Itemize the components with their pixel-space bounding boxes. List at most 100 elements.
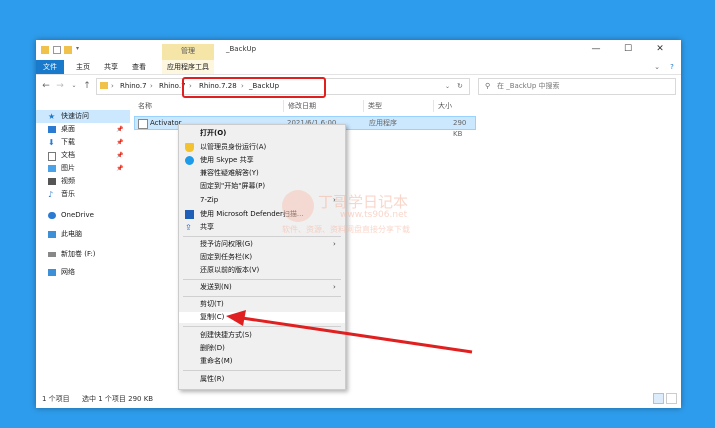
- menu-item-compatibility[interactable]: 兼容性疑难解答(Y): [179, 168, 345, 179]
- breadcrumb-separator-icon: ›: [150, 82, 153, 90]
- nav-item-quick-access[interactable]: ★ 快速访问: [36, 110, 130, 123]
- nav-item-label: 网络: [61, 268, 75, 276]
- navigation-pane: ★ 快速访问 桌面 📌 ⬇ 下载 📌 文档 📌 图片 📌 视频 ♪ 音乐 One…: [36, 98, 132, 388]
- recent-dropdown-icon[interactable]: ⌄: [68, 79, 80, 93]
- pin-icon: 📌: [116, 165, 124, 172]
- up-button[interactable]: ↑: [81, 79, 93, 93]
- nav-item-desktop[interactable]: 桌面 📌: [36, 123, 130, 136]
- folder-icon: [41, 46, 49, 54]
- column-header-size[interactable]: 大小: [434, 100, 476, 112]
- nav-item-downloads[interactable]: ⬇ 下载 📌: [36, 136, 130, 149]
- nav-item-label: 视频: [61, 177, 75, 185]
- menu-separator: [183, 370, 341, 371]
- menu-item-pin-to-taskbar[interactable]: 固定到任务栏(K): [179, 252, 345, 263]
- details-view-button[interactable]: [653, 393, 664, 404]
- watermark-url: www.ts906.net: [340, 210, 408, 220]
- menu-item-create-shortcut[interactable]: 创建快捷方式(S): [179, 330, 345, 341]
- search-input[interactable]: 在 _BackUp 中搜索: [497, 81, 560, 92]
- nav-item-label: OneDrive: [61, 211, 94, 219]
- menu-item-rename[interactable]: 重命名(M): [179, 356, 345, 367]
- manage-tab[interactable]: 管理: [162, 44, 214, 60]
- nav-item-music[interactable]: ♪ 音乐: [36, 188, 130, 201]
- address-dropdown-icon[interactable]: ⌄: [445, 81, 450, 92]
- menu-item-copy[interactable]: 复制(C): [179, 312, 345, 323]
- breadcrumb-separator-icon: ›: [111, 82, 114, 90]
- column-header-name[interactable]: 名称: [134, 100, 284, 112]
- menu-item-label: 固定到"开始"屏幕(P): [200, 182, 266, 190]
- skype-icon: [185, 156, 194, 165]
- menu-item-cut[interactable]: 剪切(T): [179, 299, 345, 310]
- menu-item-properties[interactable]: 属性(R): [179, 374, 345, 385]
- large-icons-view-button[interactable]: [666, 393, 677, 404]
- fox-logo-icon: [282, 190, 314, 222]
- help-button[interactable]: ?: [666, 60, 678, 74]
- search-box[interactable]: ⚲ 在 _BackUp 中搜索: [478, 78, 676, 95]
- tab-share[interactable]: 共享: [100, 60, 122, 74]
- picture-icon: [48, 165, 56, 172]
- file-type: 应用程序: [369, 119, 397, 127]
- desktop-icon: [48, 126, 56, 133]
- column-header-date[interactable]: 修改日期: [284, 100, 364, 112]
- drive-icon: [48, 252, 56, 257]
- back-button[interactable]: ←: [40, 79, 52, 93]
- close-button[interactable]: ✕: [647, 42, 673, 58]
- tab-view[interactable]: 查看: [128, 60, 150, 74]
- menu-item-label: 打开(O): [200, 129, 227, 137]
- address-row: ← → ⌄ ↑ › Rhino.7 › Rhino.7 › Rhino.7.28…: [36, 75, 681, 97]
- download-icon: ⬇: [48, 138, 55, 147]
- nav-item-drive-f[interactable]: 新加卷 (F:): [36, 248, 130, 261]
- menu-item-send-to[interactable]: 发送到(N) ›: [179, 282, 345, 293]
- tab-home[interactable]: 主页: [72, 60, 94, 74]
- menu-item-label: 共享: [200, 223, 214, 231]
- tab-app-tools[interactable]: 应用程序工具: [162, 60, 214, 74]
- minimize-button[interactable]: —: [583, 42, 609, 58]
- defender-icon: [185, 210, 194, 219]
- menu-item-restore-versions[interactable]: 还原以前的版本(V): [179, 265, 345, 276]
- nav-item-label: 图片: [61, 164, 75, 172]
- menu-item-grant-access[interactable]: 授予访问权限(G) ›: [179, 239, 345, 250]
- quick-access-dropdown-icon[interactable]: ▾: [76, 45, 84, 53]
- submenu-arrow-icon: ›: [333, 240, 336, 248]
- menu-item-label: 发送到(N): [200, 283, 232, 291]
- menu-item-skype-share[interactable]: 使用 Skype 共享: [179, 155, 345, 166]
- nav-item-pictures[interactable]: 图片 📌: [36, 162, 130, 175]
- menu-separator: [183, 279, 341, 280]
- nav-item-network[interactable]: 网络: [36, 266, 130, 279]
- folder-icon: [100, 82, 108, 89]
- menu-item-delete[interactable]: 删除(D): [179, 343, 345, 354]
- nav-item-this-pc[interactable]: 此电脑: [36, 228, 130, 241]
- pin-icon: 📌: [116, 152, 124, 159]
- nav-item-onedrive[interactable]: OneDrive: [36, 209, 130, 222]
- column-header-type[interactable]: 类型: [364, 100, 434, 112]
- menu-item-open[interactable]: 打开(O): [179, 128, 345, 139]
- ribbon-expand-button[interactable]: ⌄: [651, 60, 663, 74]
- nav-item-label: 此电脑: [61, 230, 82, 238]
- pin-icon: 📌: [116, 126, 124, 133]
- refresh-icon[interactable]: ↻: [457, 81, 463, 92]
- forward-button[interactable]: →: [54, 79, 66, 93]
- item-count: 1 个项目: [42, 395, 70, 403]
- tab-file[interactable]: 文件: [36, 60, 64, 74]
- nav-item-label: 文档: [61, 151, 75, 159]
- menu-item-label: 重命名(M): [200, 357, 233, 365]
- nav-item-videos[interactable]: 视频: [36, 175, 130, 188]
- menu-item-run-as-admin[interactable]: 以管理员身份运行(A): [179, 142, 345, 153]
- computer-icon: [48, 231, 56, 238]
- maximize-button[interactable]: ☐: [615, 42, 641, 58]
- title-bar: ▾ 管理 _BackUp — ☐ ✕: [36, 40, 681, 60]
- menu-item-label: 7-Zip: [200, 196, 219, 204]
- watermark-title: 丁哥学日记本: [318, 193, 409, 211]
- properties-icon[interactable]: [53, 46, 61, 54]
- ribbon-tabs: 文件 主页 共享 查看 应用程序工具 ⌄ ?: [36, 60, 681, 75]
- shield-icon: [185, 143, 194, 152]
- star-icon: ★: [48, 112, 56, 121]
- breadcrumb-item[interactable]: Rhino.7: [120, 81, 147, 92]
- menu-item-label: 固定到任务栏(K): [200, 253, 253, 261]
- nav-item-documents[interactable]: 文档 📌: [36, 149, 130, 162]
- nav-item-label: 桌面: [61, 125, 75, 133]
- video-icon: [48, 178, 56, 185]
- new-folder-icon[interactable]: [64, 46, 72, 54]
- submenu-arrow-icon: ›: [333, 283, 336, 291]
- context-menu: 打开(O) 以管理员身份运行(A) 使用 Skype 共享 兼容性疑难解答(Y)…: [178, 124, 346, 390]
- nav-item-label: 下载: [61, 138, 75, 146]
